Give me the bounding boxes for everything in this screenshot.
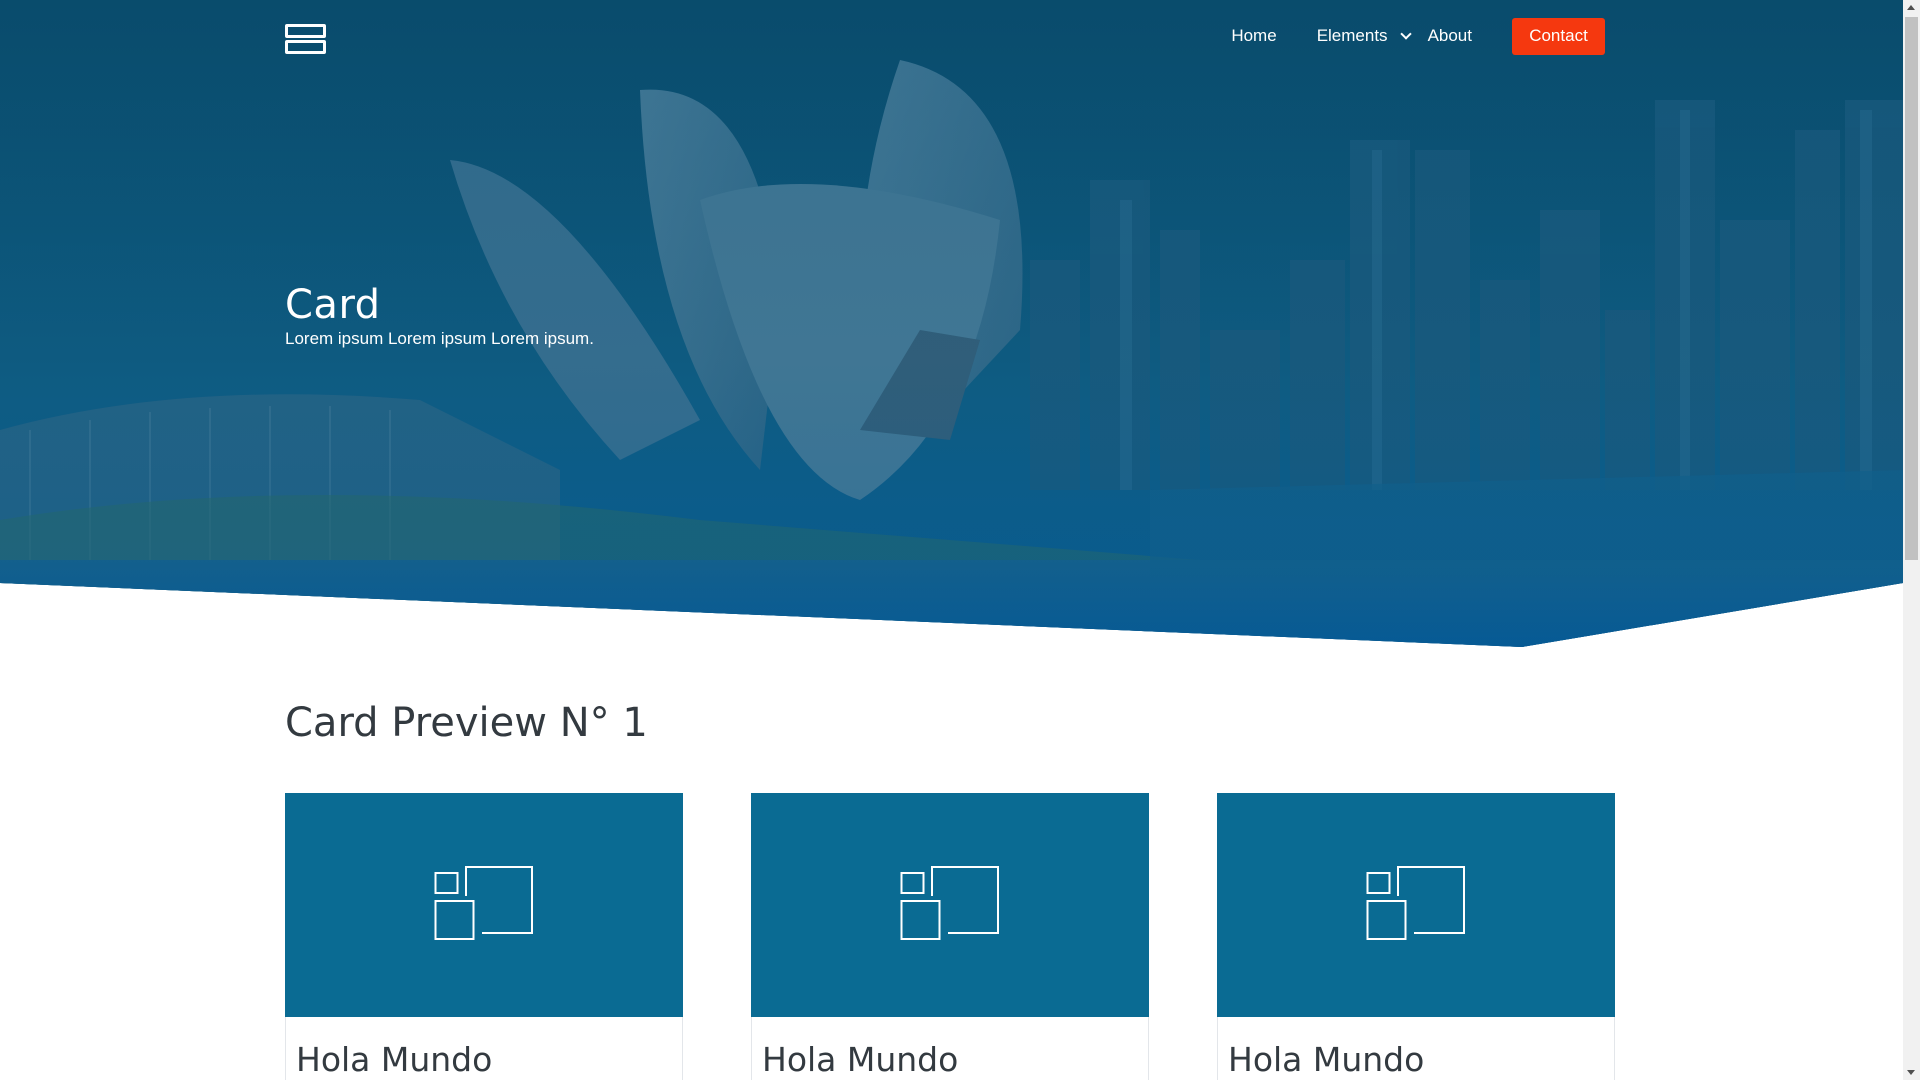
nav-home-label: Home	[1231, 26, 1277, 45]
nav-home-link[interactable]: Home	[1231, 26, 1276, 46]
card-title: Hola Mundo	[296, 1040, 493, 1079]
page-subtitle: Lorem ipsum Lorem ipsum Lorem ipsum.	[285, 329, 594, 348]
chevron-down-icon	[1399, 28, 1412, 40]
nav-about-label: About	[1427, 26, 1472, 45]
scroll-up-arrow-icon[interactable]	[1907, 5, 1915, 10]
nav-elements-label: Elements	[1316, 26, 1388, 45]
card-1[interactable]: Hola Mundo	[285, 793, 683, 1080]
scroll-thumb[interactable]	[1905, 17, 1918, 560]
image-placeholder-icon	[1366, 866, 1465, 940]
contact-button[interactable]: Contact	[1512, 17, 1605, 55]
card-title: Hola Mundo	[762, 1040, 959, 1079]
layers-icon[interactable]	[285, 20, 326, 54]
page-title: Card	[285, 282, 381, 328]
card-title: Hola Mundo	[1228, 1040, 1425, 1079]
nav-elements-dropdown[interactable]: Elements	[1316, 26, 1412, 46]
section-title: Card Preview N° 1	[285, 700, 648, 746]
card-2[interactable]: Hola Mundo	[751, 793, 1149, 1080]
scroll-down-arrow-icon[interactable]	[1907, 1070, 1915, 1075]
page: Home Elements About Contact Card Lorem i…	[0, 0, 1920, 1080]
navbar: Home Elements About Contact	[285, 16, 1605, 62]
card-media	[1217, 793, 1615, 1017]
card-3[interactable]: Hola Mundo	[1217, 793, 1615, 1080]
image-placeholder-icon	[900, 866, 999, 940]
nav-links: Home Elements About Contact	[1191, 16, 1605, 56]
image-placeholder-icon	[434, 866, 533, 940]
vertical-scrollbar[interactable]	[1903, 0, 1920, 1080]
nav-about-link[interactable]: About	[1428, 26, 1472, 46]
card-media	[751, 793, 1149, 1017]
card-media	[285, 793, 683, 1017]
